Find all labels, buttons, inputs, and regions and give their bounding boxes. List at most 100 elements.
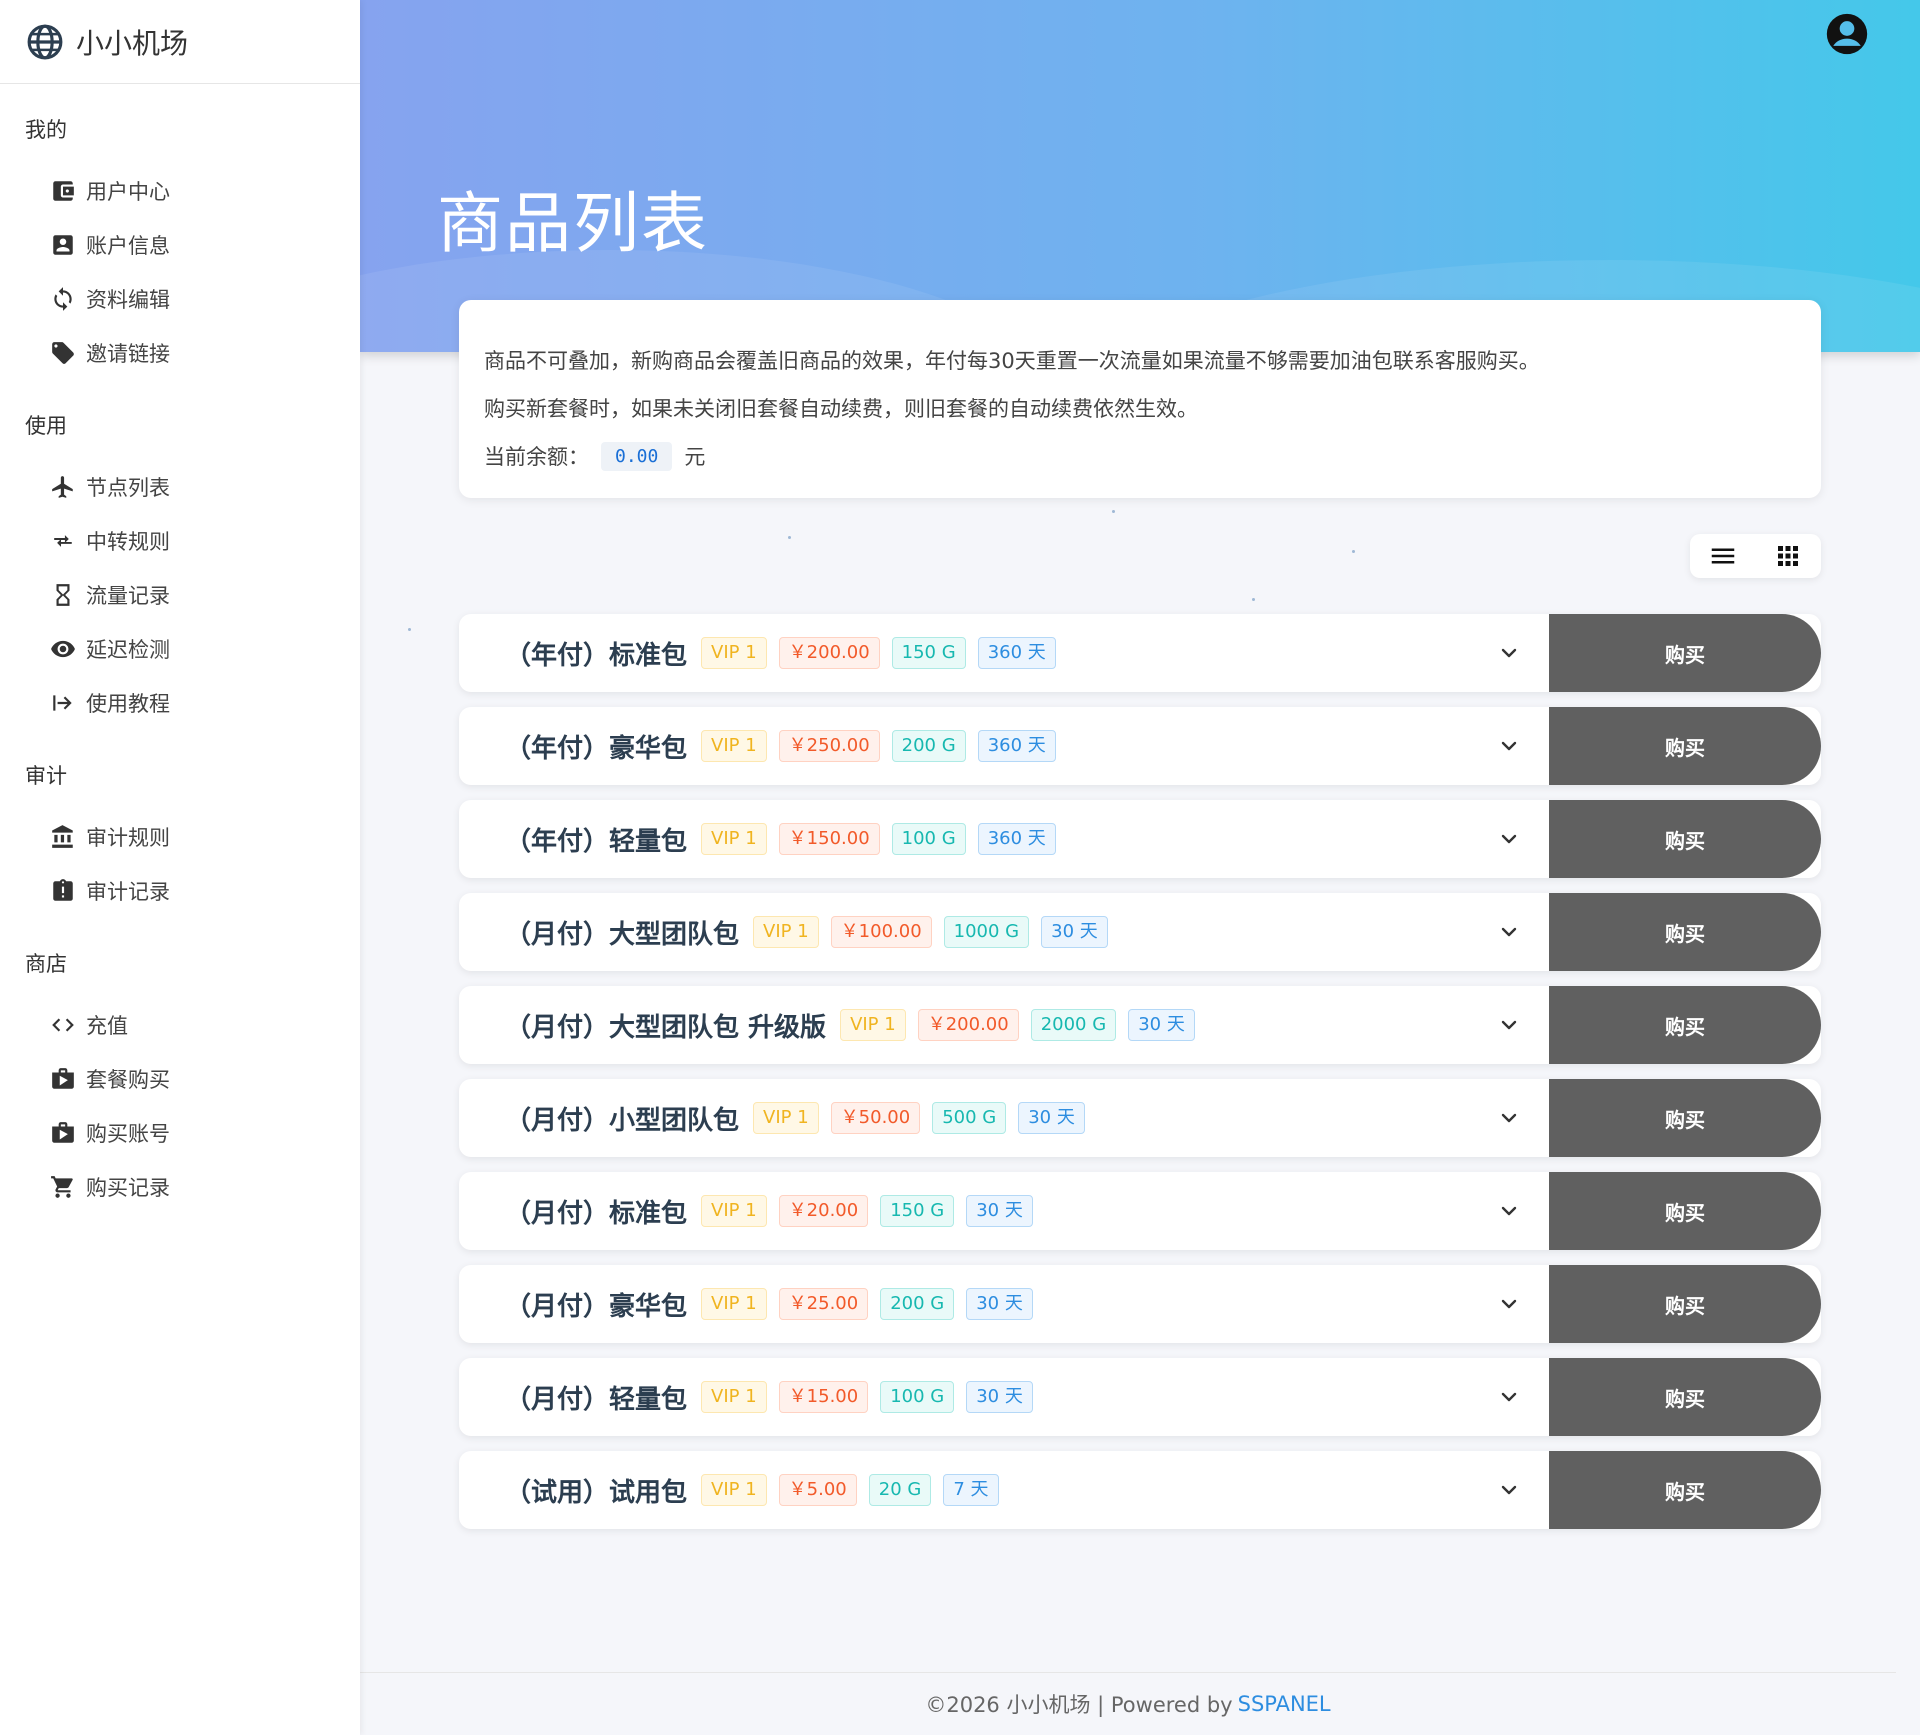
balance-unit: 元 xyxy=(684,445,706,469)
sidebar-item-label: 流量记录 xyxy=(86,584,170,608)
chevron-down-icon[interactable] xyxy=(1497,920,1521,944)
vip-badge: VIP 1 xyxy=(701,1474,767,1506)
info-notice-1: 商品不可叠加，新购商品会覆盖旧商品的效果，年付每30天重置一次流量如果流量不够需… xyxy=(484,349,1540,373)
nav-section-title: 商店 xyxy=(25,952,67,976)
product-name: （年付）豪华包 xyxy=(505,733,688,764)
product-summary[interactable]: （年付）标准包 VIP 1 ￥200.00 150 G 360 天 xyxy=(459,614,1549,692)
product-summary[interactable]: （月付）豪华包 VIP 1 ￥25.00 200 G 30 天 xyxy=(459,1265,1549,1343)
sidebar: 小小机场 我的 用户中心 账户信息 资料编辑 邀请链接 使用 节点列表 中转规则 流量记录 延迟检… xyxy=(0,0,360,1735)
product-summary[interactable]: （年付）豪华包 VIP 1 ￥250.00 200 G 360 天 xyxy=(459,707,1549,785)
buy-button[interactable]: 购买 xyxy=(1549,800,1821,878)
sidebar-item-label: 审计记录 xyxy=(86,880,170,904)
sidebar-item[interactable]: 使用教程 xyxy=(0,676,360,730)
grid-view-icon[interactable] xyxy=(1773,541,1803,571)
product-row: （年付）轻量包 VIP 1 ￥150.00 100 G 360 天 购买 xyxy=(459,800,1821,878)
wallet-icon xyxy=(50,178,76,204)
sidebar-item-label: 账户信息 xyxy=(86,234,170,258)
product-name: （月付）标准包 xyxy=(505,1198,688,1229)
product-name: （年付）轻量包 xyxy=(505,826,688,857)
duration-badge: 30 天 xyxy=(1128,1009,1195,1041)
footer: ©2026 小小机场 | Powered by SSPANEL xyxy=(360,1672,1896,1735)
buy-button[interactable]: 购买 xyxy=(1549,614,1821,692)
sidebar-item[interactable]: 套餐购买 xyxy=(0,1052,360,1106)
duration-badge: 30 天 xyxy=(966,1195,1033,1227)
sidebar-item[interactable]: 审计规则 xyxy=(0,810,360,864)
sidebar-item[interactable]: 购买记录 xyxy=(0,1160,360,1214)
vip-badge: VIP 1 xyxy=(840,1009,906,1041)
duration-badge: 30 天 xyxy=(966,1288,1033,1320)
sidebar-item-label: 审计规则 xyxy=(86,826,170,850)
sidebar-item[interactable]: 中转规则 xyxy=(0,514,360,568)
product-name: （月付）大型团队包 xyxy=(505,919,740,950)
chevron-down-icon[interactable] xyxy=(1497,1199,1521,1223)
chevron-down-icon[interactable] xyxy=(1497,734,1521,758)
view-toggle xyxy=(1690,534,1821,578)
sidebar-item[interactable]: 购买账号 xyxy=(0,1106,360,1160)
vip-badge: VIP 1 xyxy=(701,823,767,855)
product-name: （试用）试用包 xyxy=(505,1477,688,1508)
vip-badge: VIP 1 xyxy=(701,730,767,762)
arrow-right-bar-icon xyxy=(50,690,76,716)
chevron-down-icon[interactable] xyxy=(1497,1385,1521,1409)
sidebar-item-label: 购买账号 xyxy=(86,1122,170,1146)
chevron-down-icon[interactable] xyxy=(1497,1292,1521,1316)
buy-button[interactable]: 购买 xyxy=(1549,1172,1821,1250)
sidebar-nav: 我的 用户中心 账户信息 资料编辑 邀请链接 使用 节点列表 中转规则 流量记录 延迟检测 使用教程… xyxy=(0,84,360,1214)
shop-bag-icon xyxy=(50,1066,76,1092)
chevron-down-icon[interactable] xyxy=(1497,641,1521,665)
product-summary[interactable]: （月付）标准包 VIP 1 ￥20.00 150 G 30 天 xyxy=(459,1172,1549,1250)
sidebar-item[interactable]: 节点列表 xyxy=(0,460,360,514)
product-row: （月付）大型团队包 升级版 VIP 1 ￥200.00 2000 G 30 天 … xyxy=(459,986,1821,1064)
traffic-badge: 100 G xyxy=(880,1381,955,1413)
vip-badge: VIP 1 xyxy=(701,1195,767,1227)
sidebar-item[interactable]: 邀请链接 xyxy=(0,326,360,380)
vip-badge: VIP 1 xyxy=(701,637,767,669)
buy-button[interactable]: 购买 xyxy=(1549,1358,1821,1436)
duration-badge: 360 天 xyxy=(977,637,1056,669)
duration-badge: 360 天 xyxy=(977,823,1056,855)
footer-link-sspanel[interactable]: SSPANEL xyxy=(1238,1692,1331,1716)
buy-button[interactable]: 购买 xyxy=(1549,1451,1821,1529)
sidebar-item-label: 用户中心 xyxy=(86,180,170,204)
duration-badge: 360 天 xyxy=(977,730,1056,762)
sidebar-item[interactable]: 资料编辑 xyxy=(0,272,360,326)
price-badge: ￥200.00 xyxy=(778,637,880,669)
product-summary[interactable]: （年付）轻量包 VIP 1 ￥150.00 100 G 360 天 xyxy=(459,800,1549,878)
account-circle-icon[interactable] xyxy=(1825,12,1869,56)
list-view-icon[interactable] xyxy=(1708,541,1738,571)
sidebar-item[interactable]: 审计记录 xyxy=(0,864,360,918)
sidebar-item-label: 使用教程 xyxy=(86,692,170,716)
product-summary[interactable]: （月付）小型团队包 VIP 1 ￥50.00 500 G 30 天 xyxy=(459,1079,1549,1157)
nav-section-title: 使用 xyxy=(25,414,67,438)
product-summary[interactable]: （试用）试用包 VIP 1 ￥5.00 20 G 7 天 xyxy=(459,1451,1549,1529)
buy-button[interactable]: 购买 xyxy=(1549,986,1821,1064)
traffic-badge: 150 G xyxy=(891,637,966,669)
price-badge: ￥20.00 xyxy=(778,1195,869,1227)
chevron-down-icon[interactable] xyxy=(1497,1106,1521,1130)
sidebar-item-label: 中转规则 xyxy=(86,530,170,554)
price-badge: ￥50.00 xyxy=(830,1102,921,1134)
product-summary[interactable]: （月付）轻量包 VIP 1 ￥15.00 100 G 30 天 xyxy=(459,1358,1549,1436)
balance-label: 当前余额： xyxy=(484,445,589,469)
page-title: 商品列表 xyxy=(437,185,709,262)
chevron-down-icon[interactable] xyxy=(1497,1478,1521,1502)
chevron-down-icon[interactable] xyxy=(1497,1013,1521,1037)
product-summary[interactable]: （月付）大型团队包 升级版 VIP 1 ￥200.00 2000 G 30 天 xyxy=(459,986,1549,1064)
sidebar-item[interactable]: 账户信息 xyxy=(0,218,360,272)
sidebar-item[interactable]: 流量记录 xyxy=(0,568,360,622)
product-row: （月付）大型团队包 VIP 1 ￥100.00 1000 G 30 天 购买 xyxy=(459,893,1821,971)
product-summary[interactable]: （月付）大型团队包 VIP 1 ￥100.00 1000 G 30 天 xyxy=(459,893,1549,971)
nav-section: 审计 审计规则 审计记录 xyxy=(0,730,360,918)
bank-icon xyxy=(50,824,76,850)
sidebar-item[interactable]: 充值 xyxy=(0,998,360,1052)
price-badge: ￥250.00 xyxy=(778,730,880,762)
buy-button[interactable]: 购买 xyxy=(1549,1265,1821,1343)
chevron-down-icon[interactable] xyxy=(1497,827,1521,851)
balance-line: 当前余额： 0.00 元 xyxy=(484,432,1796,480)
buy-button[interactable]: 购买 xyxy=(1549,1079,1821,1157)
buy-button[interactable]: 购买 xyxy=(1549,707,1821,785)
buy-button[interactable]: 购买 xyxy=(1549,893,1821,971)
sidebar-item[interactable]: 用户中心 xyxy=(0,164,360,218)
sidebar-item[interactable]: 延迟检测 xyxy=(0,622,360,676)
brand[interactable]: 小小机场 xyxy=(0,0,360,84)
